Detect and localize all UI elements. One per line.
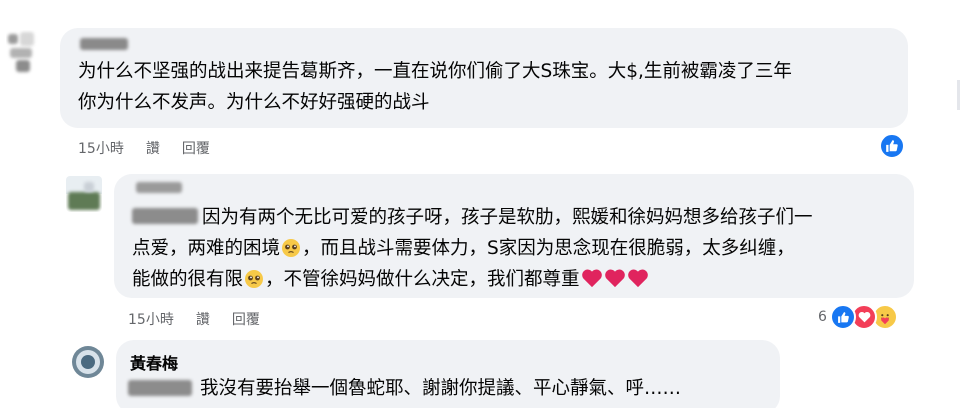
author-name-blurred[interactable]	[136, 182, 182, 193]
comment-text: 因为有两个无比可爱的孩子呀，孩子是软肋，熙媛和徐妈妈想多给孩子们一	[202, 207, 813, 228]
timestamp[interactable]: 15小時	[128, 309, 174, 329]
like-button[interactable]: 讚	[146, 138, 160, 158]
reaction-count[interactable]: 6	[818, 309, 827, 325]
comment-actions: 15小時 讚 回覆	[78, 138, 210, 158]
heart-icon	[604, 269, 625, 288]
heart-icon	[627, 269, 648, 288]
pleading-face-icon	[245, 270, 264, 288]
heart-icon	[581, 269, 602, 288]
comment-bubble: 黃春梅 我沒有要抬舉一個魯蛇耶、謝謝你提議、平心靜氣、呼……	[116, 340, 780, 408]
like-icon[interactable]	[830, 304, 856, 330]
avatar[interactable]	[66, 176, 102, 212]
comment-text: 为什么不坚强的战出来提告葛斯齐，一直在说你们偷了大S珠宝。大$,生前被霸凌了三年…	[78, 61, 792, 113]
mention-blurred[interactable]	[132, 208, 198, 224]
timestamp[interactable]: 15小時	[78, 138, 124, 158]
avatar[interactable]	[72, 346, 104, 378]
mention-blurred[interactable]	[128, 380, 192, 396]
like-icon[interactable]	[879, 133, 905, 159]
comment-actions: 15小時 讚 回覆	[128, 309, 260, 329]
author-name[interactable]: 黃春梅	[130, 350, 178, 374]
comment-text: 点爱，两难的困境 ，而且战斗需要体力，S家因为思念现在很脆弱，太多纠缠， 能做的很…	[132, 238, 795, 290]
comment-text: 我沒有要抬舉一個魯蛇耶、謝謝你提議、平心靜氣、呼……	[200, 378, 682, 399]
author-name-blurred[interactable]	[80, 38, 128, 50]
comment-bubble: 因为有两个无比可爱的孩子呀，孩子是软肋，熙媛和徐妈妈想多给孩子们一 点爱，两难的…	[114, 174, 914, 298]
avatar[interactable]	[6, 30, 46, 76]
comment-bubble: 为什么不坚强的战出来提告葛斯齐，一直在说你们偷了大S珠宝。大$,生前被霸凌了三年…	[60, 28, 908, 128]
reply-button[interactable]: 回覆	[182, 138, 210, 158]
pleading-face-icon	[282, 239, 301, 257]
reply-button[interactable]: 回覆	[232, 309, 260, 329]
like-button[interactable]: 讚	[196, 309, 210, 329]
